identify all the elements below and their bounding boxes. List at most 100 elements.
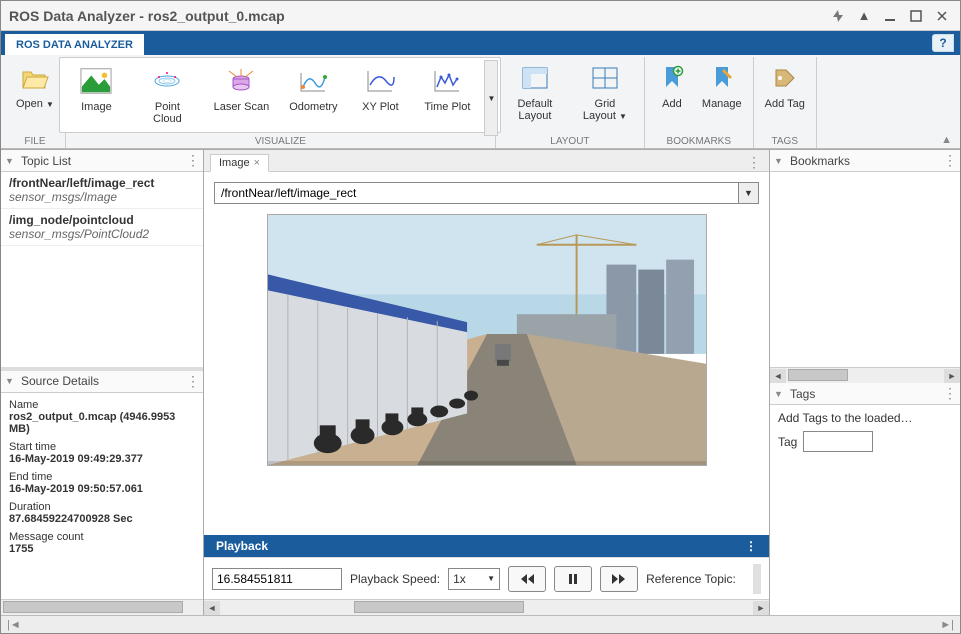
left-pane: ▼ Topic List ⋮ /frontNear/left/image_rec… [1,150,204,615]
tags-menu[interactable]: ⋮ [943,385,956,402]
source-details-header: ▼ Source Details ⋮ [1,371,203,393]
status-prev-button[interactable]: |◄ [7,619,21,631]
grid-layout-icon [589,62,621,94]
scroll-right-icon[interactable]: ► [944,369,960,383]
bookmarks-menu[interactable]: ⋮ [943,152,956,169]
title-bar: ROS Data Analyzer - ros2_output_0.mcap ▲ [1,1,960,31]
topic-list-header: ▼ Topic List ⋮ [1,150,203,172]
topic-item[interactable]: /img_node/pointcloud sensor_msgs/PointCl… [1,209,203,246]
ribbon-collapse-button[interactable]: ▲ [941,134,952,146]
bookmarks-header: ▼ Bookmarks ⋮ [770,150,960,172]
open-button[interactable]: Open ▼ [9,57,61,115]
ribbon-group-layout-label: LAYOUT [496,135,644,148]
close-tab-icon[interactable]: × [254,157,260,169]
playback-controls: Playback Speed: 1x ▼ Reference Topic: [204,557,769,599]
playback-menu[interactable]: ⋮ [745,539,757,553]
playback-header: Playback ⋮ [204,535,769,557]
center-scrollbar[interactable]: ◄ ► [204,599,769,615]
default-layout-icon [519,62,551,94]
status-bar: |◄ ►| [1,615,960,633]
app-window: ROS Data Analyzer - ros2_output_0.mcap ▲… [0,0,961,634]
source-details-menu[interactable]: ⋮ [186,373,199,390]
topic-selector: ▼ [214,182,759,204]
bookmark-manage-button[interactable]: Manage [695,57,749,115]
ribbon: Open ▼ FILE Image Point Cloud Laser Scan [1,55,960,149]
playback-scrollbar-v[interactable] [753,564,761,594]
status-next-button[interactable]: ►| [940,619,954,631]
ribbon-group-tags-label: TAGS [754,135,816,148]
tags-hint: Add Tags to the loaded… [778,411,952,425]
center-tab-bar: Image × ⋮ [204,150,769,172]
chevron-down-icon[interactable]: ▼ [5,156,17,166]
close-icon[interactable] [932,6,952,26]
forward-button[interactable] [600,566,638,592]
chevron-down-icon[interactable]: ▼ [5,376,17,386]
laserscan-icon [225,65,257,97]
grid-layout-button[interactable]: Grid Layout ▼ [570,57,640,127]
window-title: ROS Data Analyzer - ros2_output_0.mcap [9,8,822,24]
bookmark-add-button[interactable]: Add [649,57,695,115]
chevron-down-icon: ▼ [487,94,495,103]
chevron-down-icon: ▼ [487,574,495,583]
visualize-image-button[interactable]: Image [62,60,130,118]
camera-frame [267,214,707,466]
pin-icon[interactable] [828,6,848,26]
add-tag-button[interactable]: Add Tag [758,57,812,115]
tags-panel: Add Tags to the loaded… Tag [770,405,960,615]
topic-item[interactable]: /frontNear/left/image_rect sensor_msgs/I… [1,172,203,209]
bookmarks-panel [770,172,960,367]
reference-topic-label: Reference Topic: [646,572,736,586]
ribbon-group-bookmarks-label: BOOKMARKS [645,135,753,148]
bookmarks-scrollbar[interactable]: ◄ ► [770,367,960,383]
default-layout-button[interactable]: Default Layout [500,57,570,127]
ribbon-tab-main[interactable]: ROS DATA ANALYZER [5,34,144,55]
timeplot-icon [431,65,463,97]
pointcloud-icon [151,65,183,97]
chevron-down-icon[interactable]: ▼ [774,156,786,166]
ribbon-group-visualize-label: VISUALIZE [66,135,495,148]
up-icon[interactable]: ▲ [854,6,874,26]
tab-image[interactable]: Image × [210,154,269,172]
bookmark-add-icon [656,62,688,94]
pause-button[interactable] [554,566,592,592]
visualize-timeplot-button[interactable]: Time Plot [412,60,482,118]
help-button[interactable]: ? [932,34,954,52]
bookmark-manage-icon [706,62,738,94]
scroll-left-icon[interactable]: ◄ [770,369,786,383]
chevron-down-icon: ▼ [619,112,627,121]
main-body: ▼ Topic List ⋮ /frontNear/left/image_rec… [1,149,960,615]
playback-speed-select[interactable]: 1x ▼ [448,568,500,590]
odometry-icon [297,65,329,97]
visualize-pointcloud-button[interactable]: Point Cloud [130,60,204,130]
image-icon [80,65,112,97]
topic-select-input[interactable] [214,182,739,204]
tag-label: Tag [778,435,797,449]
rewind-button[interactable] [508,566,546,592]
scroll-right-icon[interactable]: ► [753,601,769,615]
chevron-down-icon[interactable]: ▼ [774,389,786,399]
playback-time-input[interactable] [212,568,342,590]
topic-list: /frontNear/left/image_rect sensor_msgs/I… [1,172,203,367]
image-viewer [204,214,769,535]
folder-open-icon [19,62,51,94]
xyplot-icon [364,65,396,97]
tags-header: ▼ Tags ⋮ [770,383,960,405]
ribbon-tab-strip: ROS DATA ANALYZER ? [1,31,960,55]
maximize-icon[interactable] [906,6,926,26]
playback-speed-label: Playback Speed: [350,572,440,586]
visualize-odometry-button[interactable]: Odometry [278,60,348,118]
visualize-xyplot-button[interactable]: XY Plot [348,60,412,118]
minimize-icon[interactable] [880,6,900,26]
center-panel-menu[interactable]: ⋮ [739,154,769,171]
visualize-laserscan-button[interactable]: Laser Scan [204,60,278,118]
scroll-left-icon[interactable]: ◄ [204,601,220,615]
topic-select-dropdown[interactable]: ▼ [739,182,759,204]
tag-input[interactable] [803,431,873,452]
ribbon-group-file-label: FILE [5,135,65,148]
chevron-down-icon: ▼ [46,100,54,109]
center-pane: Image × ⋮ ▼ [204,150,770,615]
right-pane: ▼ Bookmarks ⋮ ◄ ► ▼ Tags ⋮ Add Tags to t… [770,150,960,615]
left-pane-scrollbar[interactable] [1,599,203,615]
source-details: Name ros2_output_0.mcap (4946.9953 MB) S… [1,393,203,600]
topic-list-menu[interactable]: ⋮ [186,152,199,169]
